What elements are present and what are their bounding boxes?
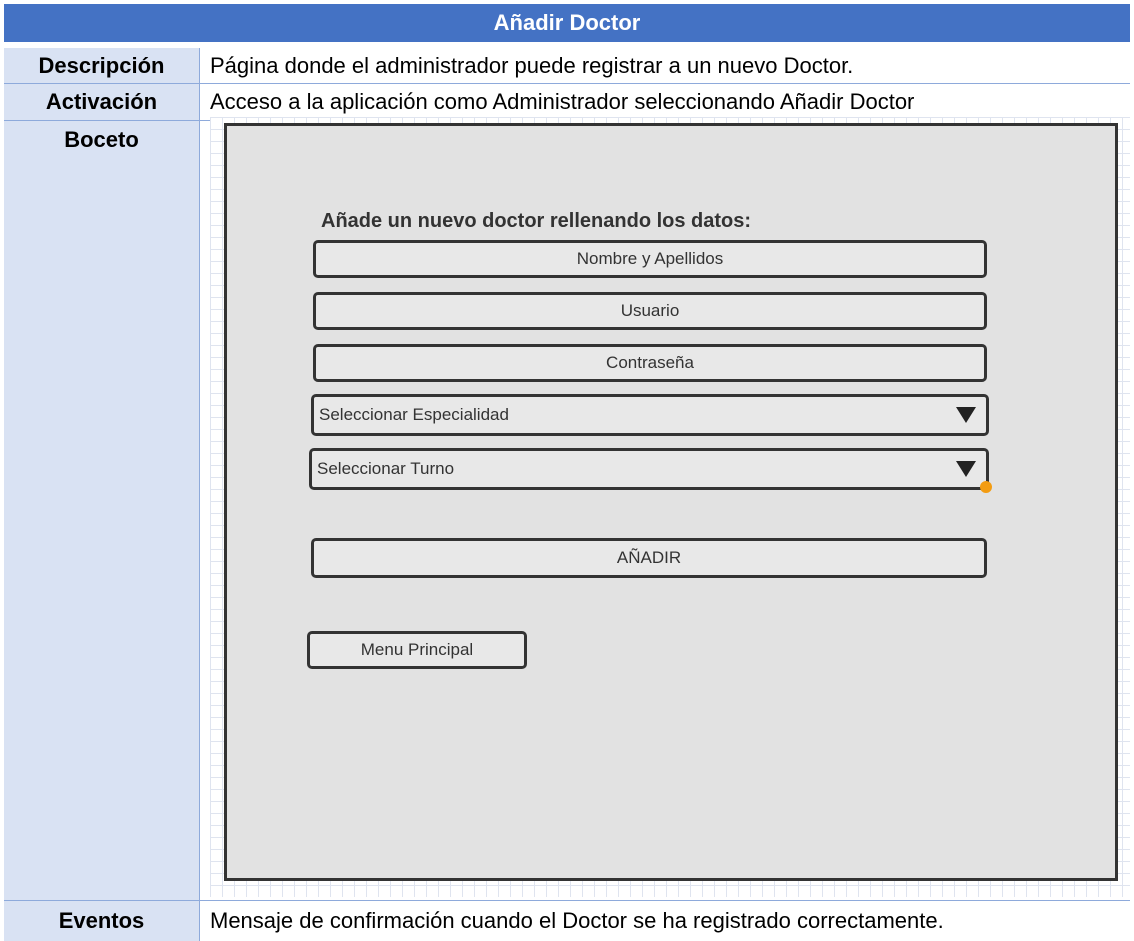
row-label-activacion: Activación bbox=[4, 84, 200, 120]
especialidad-select[interactable]: Seleccionar Especialidad bbox=[311, 394, 989, 436]
anadir-button[interactable]: AÑADIR bbox=[311, 538, 987, 578]
row-label-eventos: Eventos bbox=[4, 901, 200, 941]
usuario-input[interactable]: Usuario bbox=[313, 292, 987, 330]
dropdown-arrow-icon bbox=[956, 407, 976, 423]
mockup-screen: Añade un nuevo doctor rellenando los dat… bbox=[224, 123, 1118, 881]
row-value-eventos: Mensaje de confirmación cuando el Doctor… bbox=[200, 901, 1130, 941]
resize-handle-dot-icon bbox=[980, 481, 992, 493]
boceto-sketch-canvas: Añade un nuevo doctor rellenando los dat… bbox=[210, 117, 1130, 897]
table-title: Añadir Doctor bbox=[4, 4, 1130, 42]
menu-principal-button[interactable]: Menu Principal bbox=[307, 631, 527, 669]
row-label-descripcion: Descripción bbox=[4, 48, 200, 83]
dropdown-arrow-icon bbox=[956, 461, 976, 477]
menu-principal-button-label: Menu Principal bbox=[360, 640, 474, 659]
usuario-placeholder: Usuario bbox=[620, 301, 680, 320]
row-value-descripcion: Página donde el administrador puede regi… bbox=[200, 48, 1130, 83]
mockup-heading: Añade un nuevo doctor rellenando los dat… bbox=[321, 210, 752, 232]
contrasena-placeholder: Contraseña bbox=[606, 353, 694, 372]
row-value-activacion: Acceso a la aplicación como Administrado… bbox=[200, 84, 1130, 120]
turno-select[interactable]: Seleccionar Turno bbox=[309, 448, 989, 490]
turno-select-label: Seleccionar Turno bbox=[317, 459, 455, 478]
especialidad-select-label: Seleccionar Especialidad bbox=[319, 405, 509, 424]
nombre-apellidos-placeholder: Nombre y Apellidos bbox=[576, 249, 724, 268]
row-label-boceto: Boceto bbox=[4, 121, 200, 901]
anadir-button-label: AÑADIR bbox=[616, 548, 682, 567]
nombre-apellidos-input[interactable]: Nombre y Apellidos bbox=[313, 240, 987, 278]
contrasena-input[interactable]: Contraseña bbox=[313, 344, 987, 382]
